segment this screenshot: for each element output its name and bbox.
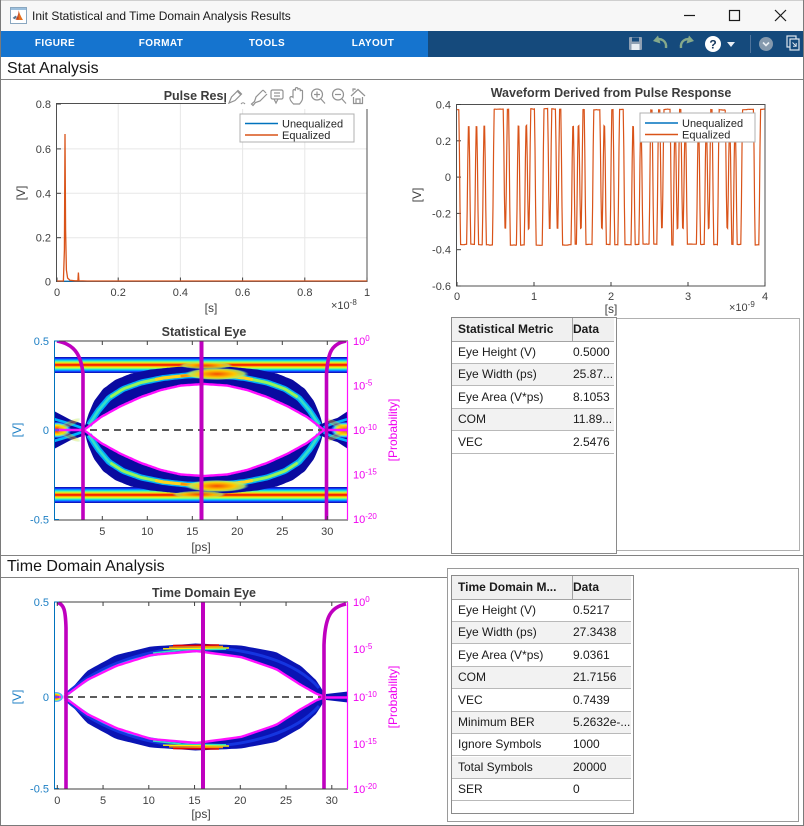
svg-text:[V]: [V]: [410, 188, 424, 203]
svg-text:[Probability]: [Probability]: [386, 666, 400, 729]
svg-text:0.6: 0.6: [36, 144, 51, 156]
svg-text:0.2: 0.2: [36, 233, 51, 245]
svg-text:-0.2: -0.2: [432, 208, 451, 220]
svg-text:×10-9: ×10-9: [729, 300, 755, 314]
svg-text:Statistical Eye: Statistical Eye: [162, 325, 247, 339]
svg-text:25: 25: [276, 526, 288, 538]
svg-text:10: 10: [143, 795, 155, 807]
svg-text:10-10: 10-10: [353, 423, 377, 437]
svg-text:-0.4: -0.4: [432, 245, 451, 257]
svg-text:0.4: 0.4: [36, 188, 51, 200]
svg-text:[ps]: [ps]: [191, 540, 210, 554]
svg-text:0.5: 0.5: [34, 336, 49, 348]
svg-text:0.5: 0.5: [34, 597, 49, 609]
svg-text:0.2: 0.2: [436, 136, 451, 148]
svg-text:[V]: [V]: [10, 423, 24, 438]
svg-text:0.8: 0.8: [36, 99, 51, 111]
svg-text:Time Domain Eye: Time Domain Eye: [152, 586, 256, 600]
svg-text:[s]: [s]: [205, 301, 218, 315]
svg-text:0: 0: [454, 291, 460, 303]
svg-text:10-5: 10-5: [353, 642, 373, 656]
svg-text:0: 0: [54, 287, 60, 299]
svg-text:0: 0: [43, 692, 49, 704]
svg-text:10-10: 10-10: [353, 690, 377, 704]
svg-text:25: 25: [280, 795, 292, 807]
svg-text:[Probability]: [Probability]: [386, 399, 400, 462]
svg-text:10: 10: [141, 526, 153, 538]
svg-text:100: 100: [353, 595, 370, 609]
svg-text:30: 30: [326, 795, 338, 807]
svg-text:15: 15: [186, 526, 198, 538]
svg-text:3: 3: [685, 291, 691, 303]
svg-text:Equalized: Equalized: [682, 130, 730, 142]
svg-text:30: 30: [321, 526, 333, 538]
svg-text:10-5: 10-5: [353, 379, 373, 393]
svg-text:0.8: 0.8: [297, 287, 312, 299]
svg-text:10-20: 10-20: [353, 512, 377, 526]
svg-text:[ps]: [ps]: [191, 807, 210, 821]
svg-text:-0.6: -0.6: [432, 281, 451, 293]
svg-text:5: 5: [99, 526, 105, 538]
svg-text:10-15: 10-15: [353, 468, 377, 482]
svg-text:0: 0: [445, 172, 451, 184]
svg-text:15: 15: [188, 795, 200, 807]
svg-text:-0.5: -0.5: [30, 784, 49, 796]
svg-text:1: 1: [364, 287, 370, 299]
svg-text:4: 4: [762, 291, 768, 303]
svg-text:Unequalized: Unequalized: [282, 119, 343, 131]
svg-text:Unequalized: Unequalized: [682, 118, 743, 130]
svg-text:[V]: [V]: [10, 690, 24, 705]
svg-text:10-15: 10-15: [353, 737, 377, 751]
svg-text:0.6: 0.6: [235, 287, 250, 299]
svg-text:5: 5: [100, 795, 106, 807]
svg-text:Waveform Derived from Pulse Re: Waveform Derived from Pulse Response: [491, 86, 732, 100]
svg-text:1: 1: [531, 291, 537, 303]
svg-text:0.4: 0.4: [436, 100, 451, 112]
svg-text:Equalized: Equalized: [282, 130, 330, 142]
svg-text:100: 100: [353, 334, 370, 348]
svg-text:20: 20: [231, 526, 243, 538]
svg-text:20: 20: [234, 795, 246, 807]
svg-text:0: 0: [43, 425, 49, 437]
svg-text:0: 0: [45, 277, 51, 289]
svg-text:0.2: 0.2: [111, 287, 126, 299]
svg-text:-0.5: -0.5: [30, 515, 49, 527]
svg-text:×10-8: ×10-8: [331, 298, 357, 312]
svg-text:0: 0: [54, 795, 60, 807]
svg-text:0.4: 0.4: [173, 287, 188, 299]
svg-text:[s]: [s]: [605, 302, 618, 316]
svg-text:10-20: 10-20: [353, 782, 377, 796]
svg-text:[V]: [V]: [14, 186, 28, 201]
